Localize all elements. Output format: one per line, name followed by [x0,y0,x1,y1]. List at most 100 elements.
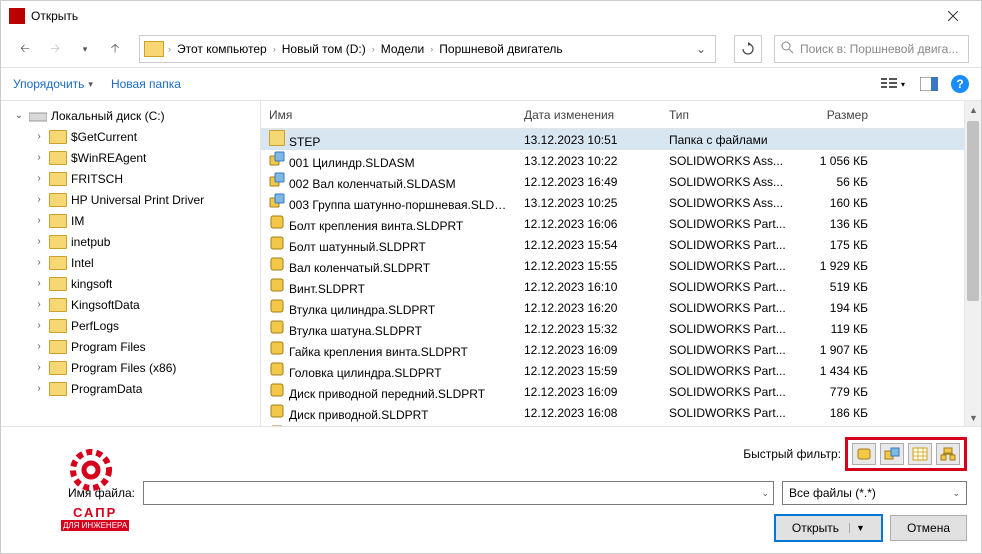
folder-icon [49,193,67,207]
tree-folder[interactable]: ›FRITSCH [1,168,260,189]
file-name: Диск приводной передний.SLDPRT [261,382,516,401]
tree-folder[interactable]: › Intel [1,252,260,273]
filename-input[interactable]: ⌄ [143,481,774,505]
address-bar[interactable]: › Этот компьютер › Новый том (D:) › Моде… [139,35,716,63]
chevron-right-icon[interactable]: › [33,131,45,142]
tree-folder[interactable]: ›KingsoftData [1,294,260,315]
file-row[interactable]: Втулка цилиндра.SLDPRT 12.12.2023 16:20 … [261,297,964,318]
organize-button[interactable]: Упорядочить▾ [13,77,93,91]
filter-assemblies-button[interactable] [880,443,904,465]
forward-button[interactable]: 🡢 [43,37,67,61]
tree-folder[interactable]: ›HP Universal Print Driver [1,189,260,210]
filter-drawings-button[interactable] [908,443,932,465]
tree-folder[interactable]: ›kingsoft [1,273,260,294]
filter-toplevel-button[interactable] [936,443,960,465]
back-button[interactable]: 🡠 [13,37,37,61]
folder-path-icon [144,41,164,57]
column-name[interactable]: Имя [261,108,516,122]
tree-folder[interactable]: › $GetCurrent [1,126,260,147]
column-type[interactable]: Тип [661,108,796,122]
view-mode-button[interactable]: ▾ [879,73,907,95]
file-row[interactable]: Винт.SLDPRT 12.12.2023 16:10 SOLIDWORKS … [261,276,964,297]
chevron-right-icon[interactable]: › [33,194,45,205]
tree-drive-c[interactable]: ⌄ Локальный диск (C:) [1,105,260,126]
file-row[interactable]: Болт крепления винта.SLDPRT 12.12.2023 1… [261,213,964,234]
vertical-scrollbar[interactable]: ▲ ▼ [964,101,981,426]
file-row[interactable]: Втулка шатуна.SLDPRT 12.12.2023 15:32 SO… [261,318,964,339]
close-button[interactable] [933,1,973,31]
file-date: 12.12.2023 16:10 [516,280,661,294]
scroll-up-icon[interactable]: ▲ [965,101,982,118]
file-row[interactable]: STEP 13.12.2023 10:51 Папка с файлами [261,129,964,150]
cancel-button[interactable]: Отмена [890,515,967,541]
file-row[interactable]: Головка цилиндра.SLDPRT 12.12.2023 15:59… [261,360,964,381]
tree-folder[interactable]: ›Program Files (x86) [1,357,260,378]
drive-icon [29,109,47,123]
tree-folder-label: Intel [71,256,94,270]
chevron-right-icon[interactable]: › [33,236,45,247]
file-type: SOLIDWORKS Part... [661,364,796,378]
chevron-right-icon[interactable]: › [33,257,45,268]
chevron-right-icon[interactable]: › [33,362,45,373]
tree-folder[interactable]: ›PerfLogs [1,315,260,336]
path-segment[interactable]: Поршневой двигатель [435,40,566,58]
chevron-right-icon[interactable]: › [33,152,45,163]
file-row[interactable]: Диск приводной передний.SLDPRT 12.12.202… [261,381,964,402]
path-segment[interactable]: Модели [377,40,429,58]
tree-folder[interactable]: ›ProgramData [1,378,260,399]
filename-dropdown-icon[interactable]: ⌄ [761,488,769,499]
file-date: 13.12.2023 10:25 [516,196,661,210]
quick-filter-label: Быстрый фильтр: [743,447,841,461]
file-list[interactable]: STEP 13.12.2023 10:51 Папка с файлами 00… [261,129,964,426]
part-icon [269,319,285,335]
search-input[interactable]: Поиск в: Поршневой двига... [774,35,969,63]
column-headers: Имя Дата изменения Тип Размер [261,101,964,129]
chevron-down-icon: ⌄ [952,488,960,499]
file-row[interactable]: 003 Группа шатунно-поршневая.SLDAS... 13… [261,192,964,213]
file-row[interactable]: Болт шатунный.SLDPRT 12.12.2023 15:54 SO… [261,234,964,255]
chevron-right-icon[interactable]: › [33,320,45,331]
file-type: SOLIDWORKS Part... [661,406,796,420]
quick-filter-highlight [845,437,967,471]
preview-pane-button[interactable] [915,73,943,95]
open-split-icon[interactable]: ▼ [849,523,865,533]
chevron-right-icon[interactable]: › [33,215,45,226]
chevron-right-icon[interactable]: › [33,383,45,394]
file-date: 12.12.2023 16:09 [516,343,661,357]
chevron-right-icon[interactable]: › [33,341,45,352]
up-button[interactable]: 🡡 [103,37,127,61]
path-segment[interactable]: Новый том (D:) [278,40,370,58]
chevron-down-icon[interactable]: ⌄ [13,110,25,121]
file-row[interactable]: 001 Цилиндр.SLDASM 13.12.2023 10:22 SOLI… [261,150,964,171]
open-button[interactable]: Открыть ▼ [775,515,882,541]
chevron-right-icon: › [271,44,278,54]
file-row[interactable]: Гайка крепления винта.SLDPRT 12.12.2023 … [261,339,964,360]
file-name: Диск приводной.SLDPRT [261,403,516,422]
tree-folder[interactable]: ›IM [1,210,260,231]
path-segment[interactable]: Этот компьютер [173,40,271,58]
tree-folder[interactable]: ›Program Files [1,336,260,357]
scroll-thumb[interactable] [967,121,979,301]
file-row[interactable]: Вал коленчатый.SLDPRT 12.12.2023 15:55 S… [261,255,964,276]
file-row[interactable]: 002 Вал коленчатый.SLDASM 12.12.2023 16:… [261,171,964,192]
address-dropdown-icon[interactable]: ⌄ [691,36,711,62]
scroll-down-icon[interactable]: ▼ [965,409,982,426]
refresh-button[interactable] [734,35,762,63]
tree-folder-label: $GetCurrent [71,130,137,144]
chevron-right-icon[interactable]: › [33,299,45,310]
file-row[interactable]: Диск приводной.SLDPRT 12.12.2023 16:08 S… [261,402,964,423]
filter-parts-button[interactable] [852,443,876,465]
column-date[interactable]: Дата изменения [516,108,661,122]
folder-tree[interactable]: ⌄ Локальный диск (C:) › $GetCurrent ›$WinR… [1,101,261,426]
recent-locations-button[interactable]: ▾ [73,37,97,61]
tree-folder[interactable]: ›inetpub [1,231,260,252]
tree-folder[interactable]: ›$WinREAgent [1,147,260,168]
new-folder-button[interactable]: Новая папка [111,77,181,91]
filename-label: Имя файла: [15,486,135,500]
column-size[interactable]: Размер [796,108,876,122]
chevron-right-icon[interactable]: › [33,173,45,184]
help-button[interactable]: ? [951,75,969,93]
chevron-right-icon[interactable]: › [33,278,45,289]
file-size: 160 КБ [796,196,876,210]
filetype-select[interactable]: Все файлы (*.*) ⌄ [782,481,967,505]
